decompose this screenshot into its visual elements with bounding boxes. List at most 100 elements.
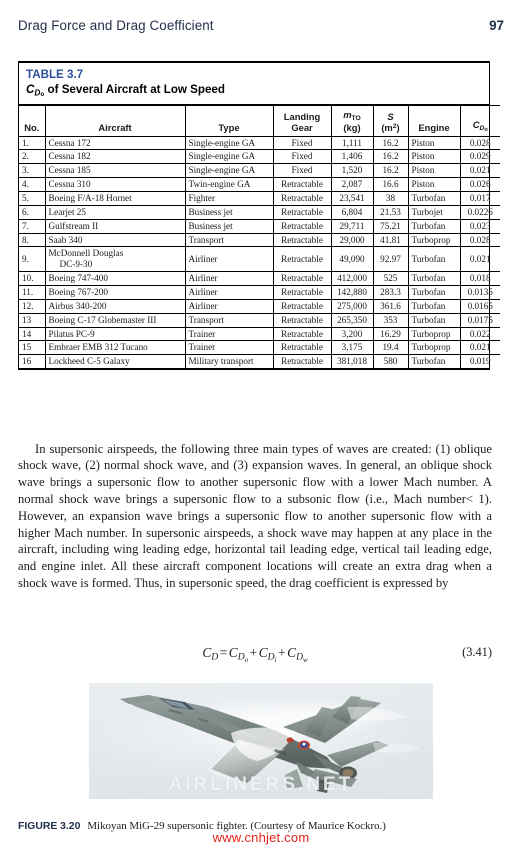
cell-no: 13 (19, 312, 46, 328)
equation-term3-sub: D (296, 651, 304, 663)
cell-aircraft: Boeing 767-200 (44, 285, 186, 300)
cell-aircraft: Cessna 172 (44, 136, 186, 151)
cell-no: 6. (19, 204, 46, 220)
col-header-area-symbol: S (387, 111, 394, 123)
table-row: 11. Boeing 767-200 Airliner Retractable 142,… (19, 285, 500, 300)
table-number: TABLE 3.7 (26, 68, 84, 81)
cell-engine: Turbofan (407, 191, 461, 206)
running-head-title: Drag Force and Drag Coefficient (18, 18, 214, 33)
cell-area: 19.4 (372, 340, 409, 356)
cell-type: Single-engine GA (184, 136, 274, 151)
cell-area: 16.2 (372, 149, 409, 165)
cell-type: Twin-engine GA (184, 177, 274, 192)
cell-landing-gear: Retractable (272, 191, 332, 206)
equation-row: CD = CDo+ CDi+ CDw (3.41) (18, 645, 492, 664)
table-row: 14 Pilatus PC-9 Trainer Retractable 3,200 16.… (19, 326, 500, 342)
cell-engine: Piston (407, 163, 461, 179)
cell-mto: 3,175 (330, 340, 374, 356)
cell-mto: 275,000 (330, 298, 374, 314)
equation-3-41: CD = CDo+ CDi+ CDw (202, 645, 307, 664)
table-row: 12. Airbus 340-200 Airliner Retractable 275,… (19, 298, 500, 314)
cell-landing-gear: Retractable (272, 218, 332, 234)
cell-engine: Turboprop (407, 232, 461, 248)
cell-aircraft: Airbus 340-200 (44, 298, 186, 314)
table-row: 3. Cessna 185 Single-engine GA Fixed 1,520 16… (19, 163, 500, 179)
cell-landing-gear: Retractable (272, 326, 332, 342)
cell-area: 92.97 (372, 246, 409, 273)
cell-area: 41.81 (372, 232, 409, 248)
figure-caption-label: FIGURE 3.20 (18, 821, 81, 832)
cell-no: 4. (19, 177, 46, 192)
cell-area: 21.53 (372, 204, 409, 220)
cell-area: 16.2 (372, 163, 409, 179)
cell-engine: Piston (407, 177, 461, 192)
cell-landing-gear: Retractable (272, 285, 332, 300)
cell-type: Single-engine GA (184, 149, 274, 165)
cell-no: 1. (19, 136, 46, 151)
col-header-mto-symbol: m (343, 108, 352, 120)
table-body: 1. Cessna 172 Single-engine GA Fixed 1,111 16… (19, 136, 500, 369)
equation-term2-sub: D (267, 651, 275, 663)
cell-aircraft: Saab 340 (44, 232, 186, 248)
cell-mto: 1,111 (330, 136, 374, 151)
cell-type: Trainer (184, 326, 274, 342)
cell-engine: Turbofan (407, 271, 461, 287)
cell-cd0: 0.021 (459, 340, 500, 356)
cell-landing-gear: Retractable (272, 354, 332, 369)
table-3-7: TABLE 3.7 CDo of Several Aircraft at Low… (18, 61, 500, 371)
table-row: 9. McDonnell Douglas DC-9-30 Airliner Retrac… (19, 246, 500, 273)
cell-type: Trainer (184, 340, 274, 356)
col-header-area: S (m2) (372, 104, 409, 137)
table-row: 5. Boeing F/A-18 Hornet Fighter Retractable… (19, 191, 500, 206)
figure-3-20-image: AIRLINERS.NET (89, 683, 433, 799)
cell-engine: Turbofan (407, 354, 461, 369)
cell-mto: 1,520 (330, 163, 374, 179)
cell-cd0: 0.021 (459, 246, 500, 273)
col-header-aircraft: Aircraft (44, 104, 186, 137)
cell-aircraft-line2: DC-9-30 (59, 259, 93, 270)
cell-cd0: 0.022 (459, 326, 500, 342)
cell-area: 283.3 (372, 285, 409, 300)
col-header-no: No. (19, 104, 46, 137)
cell-landing-gear: Retractable (272, 204, 332, 220)
cell-aircraft: Boeing C-17 Globemaster III (44, 312, 186, 328)
cell-engine: Turbojet (407, 204, 461, 220)
cell-no: 3. (19, 163, 46, 179)
col-header-mto: mTO (kg) (330, 104, 374, 137)
equation-term2-c: C (258, 645, 268, 660)
cell-mto: 381,018 (330, 354, 374, 369)
table-row: 7. Gulfstream II Business jet Retractable 29… (19, 218, 500, 234)
cell-mto: 1,406 (330, 149, 374, 165)
equation-plus-1: + (249, 645, 258, 660)
cell-cd0: 0.0226 (459, 204, 500, 220)
table-row: 10. Boeing 747-400 Airliner Retractable 412,… (19, 271, 500, 287)
cell-landing-gear: Fixed (272, 149, 332, 165)
cell-landing-gear: Retractable (272, 312, 332, 328)
figure-caption-text: Mikoyan MiG-29 supersonic fighter. (Cour… (87, 820, 386, 832)
table-caption: TABLE 3.7 CDo of Several Aircraft at Low… (19, 63, 489, 105)
cell-mto: 49,090 (330, 246, 374, 273)
cell-cd0: 0.028 (459, 136, 500, 151)
equation-equals: = (219, 645, 228, 660)
table-row: 16 Lockheed C-5 Galaxy Military transport R… (19, 354, 500, 369)
cell-mto: 6,804 (330, 204, 374, 220)
col-header-cd0-subsub: o (484, 126, 488, 133)
table-row: 15 Embraer EMB 312 Tucano Trainer Retractab… (19, 340, 500, 356)
cell-no: 10. (19, 271, 46, 287)
table-row: 4. Cessna 310 Twin-engine GA Retractable 2,0… (19, 177, 500, 192)
cell-area: 353 (372, 312, 409, 328)
cell-type: Transport (184, 312, 274, 328)
col-header-landing-gear-line1: Landing (283, 111, 321, 123)
cell-no: 8. (19, 232, 46, 248)
running-head: Drag Force and Drag Coefficient 97 (18, 18, 504, 33)
col-header-area-units-close: ) (396, 122, 400, 134)
table-header-row: No. Aircraft Type Landing Gear mTO (kg) … (19, 104, 500, 137)
col-header-landing-gear-line2: Gear (291, 122, 313, 134)
cell-landing-gear: Retractable (272, 271, 332, 287)
cell-mto: 412,000 (330, 271, 374, 287)
equation-term3-c: C (287, 645, 297, 660)
cell-mto: 23,541 (330, 191, 374, 206)
cell-type: Military transport (184, 354, 274, 369)
cell-type: Airliner (184, 285, 274, 300)
cell-type: Single-engine GA (184, 163, 274, 179)
